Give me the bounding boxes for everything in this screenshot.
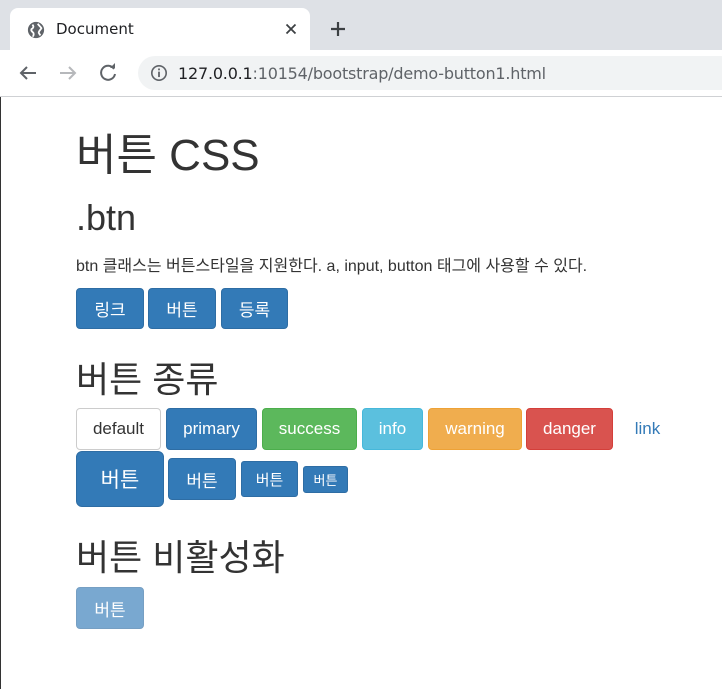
default-button[interactable]: default [76,408,161,450]
section-heading-disabled: 버튼 비활성화 [76,537,285,578]
close-icon[interactable] [282,20,300,38]
small-button[interactable]: 버튼 [241,461,298,497]
address-bar[interactable]: 127.0.0.1:10154/bootstrap/demo-button1.h… [138,56,722,90]
default-size-button[interactable]: 버튼 [168,458,236,500]
section-heading-btn: .btn [76,197,137,238]
back-arrow-icon[interactable] [17,62,39,84]
danger-button[interactable]: danger [526,408,613,450]
section-heading-types: 버튼 종류 [76,359,219,400]
register-button[interactable]: 등록 [221,288,288,329]
browser-toolbar: 127.0.0.1:10154/bootstrap/demo-button1.h… [0,50,722,97]
tab-title: Document [56,20,134,38]
url-path: :10154/bootstrap/demo-button1.html [252,64,547,83]
info-button[interactable]: info [362,408,423,450]
extra-small-button[interactable]: 버튼 [303,466,348,493]
browser-tab[interactable]: Document [10,8,310,50]
section-description: btn 클래스는 버튼스타일을 지원한다. a, input, button 태… [76,258,588,275]
globe-icon [27,21,45,39]
button-button[interactable]: 버튼 [148,288,216,329]
forward-arrow-icon[interactable] [57,62,79,84]
page-content: 버튼 CSS .btn btn 클래스는 버튼스타일을 지원한다. a, inp… [0,97,722,689]
info-icon[interactable] [150,64,168,82]
disabled-button: 버튼 [76,587,144,629]
success-button[interactable]: success [262,408,357,450]
page-title: 버튼 CSS [76,131,260,180]
browser-tab-bar: Document [0,0,722,50]
reload-icon[interactable] [97,62,119,84]
url-host: 127.0.0.1 [178,64,253,83]
warning-button[interactable]: warning [428,408,522,450]
primary-button[interactable]: primary [166,408,257,450]
link-button[interactable]: 링크 [76,288,144,329]
large-button[interactable]: 버튼 [76,451,164,507]
url-text: 127.0.0.1:10154/bootstrap/demo-button1.h… [178,64,546,83]
new-tab-icon[interactable] [328,19,348,39]
link-style-button[interactable]: link [618,408,677,450]
